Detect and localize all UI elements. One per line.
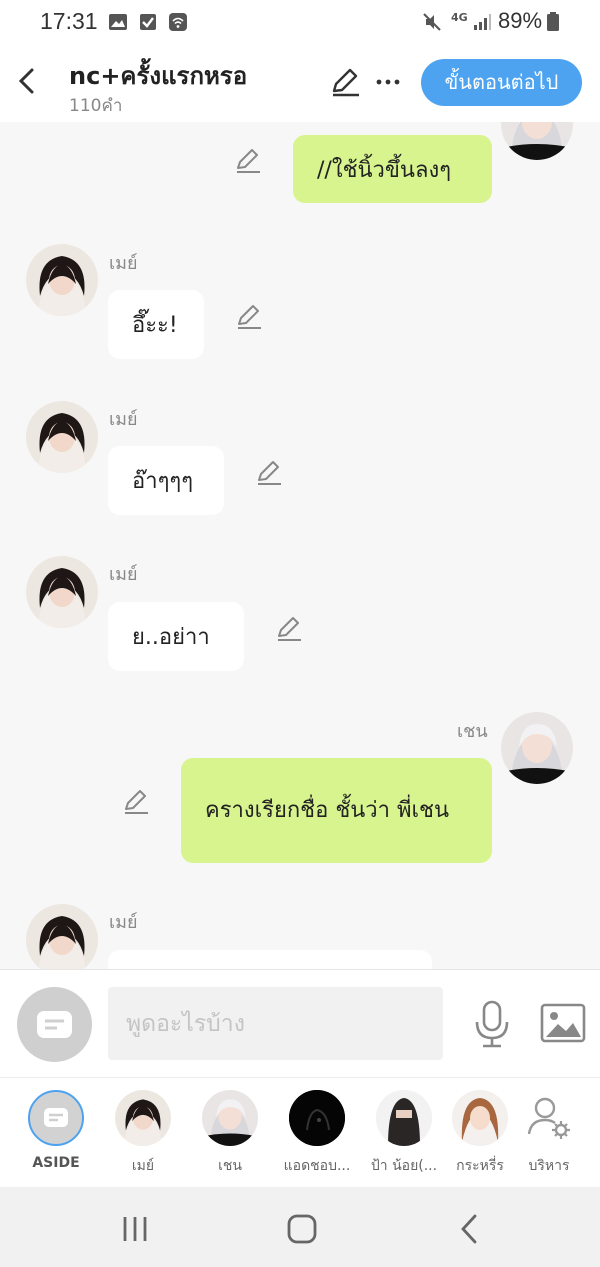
home-icon[interactable] [282, 1209, 322, 1249]
word-count: 110คำ [69, 96, 123, 116]
aside-toggle-button[interactable] [17, 987, 92, 1062]
avatar-mei[interactable] [26, 401, 98, 473]
message-bubble[interactable] [108, 950, 432, 969]
character-label: ป้า น้อย(... [370, 1158, 438, 1174]
avatar [376, 1090, 432, 1146]
avatar-chen[interactable] [501, 712, 573, 784]
edit-message-pencil-icon[interactable] [255, 458, 283, 486]
avatar [202, 1090, 258, 1146]
message-bubble[interactable]: อึ๊ะะ! [108, 290, 204, 359]
input-bar [0, 969, 600, 1077]
character-admin[interactable]: แอดชอบ... [274, 1090, 360, 1177]
message-bubble[interactable]: อ๊าๆๆๆ [108, 446, 224, 515]
recent-apps-icon[interactable] [115, 1209, 155, 1249]
sender-name: เชน [457, 721, 488, 742]
character-chen[interactable]: เชน [187, 1090, 273, 1177]
gallery-notification-icon [109, 14, 127, 30]
chat-bubble-icon [44, 1108, 68, 1127]
back-arrow-icon[interactable] [12, 62, 42, 100]
character-label: แอดชอบ... [283, 1158, 351, 1174]
microphone-icon[interactable] [472, 1000, 512, 1048]
avatar-mei[interactable] [26, 904, 98, 969]
edit-message-pencil-icon[interactable] [235, 302, 263, 330]
character-aside[interactable]: ASIDE [13, 1090, 99, 1171]
character-pa-noi[interactable]: ป้า น้อย(... [361, 1090, 447, 1177]
sender-name: เมย์ [109, 253, 138, 274]
edit-message-pencil-icon[interactable] [234, 146, 262, 174]
message-bubble[interactable]: //ใช้นิ้วขึ้นลงๆ [293, 135, 492, 203]
avatar-mei[interactable] [26, 244, 98, 316]
network-type: 4G [451, 11, 468, 24]
avatar-chen[interactable] [501, 122, 573, 160]
signal-icon [474, 14, 491, 30]
chat-header: nc+ครั้งแรกหรอ 110คำ ขั้นตอนต่อไป [0, 44, 600, 122]
avatar [115, 1090, 171, 1146]
edit-message-pencil-icon[interactable] [275, 614, 303, 642]
character-label: เชน [218, 1158, 242, 1174]
chat-bubble-icon [37, 1011, 72, 1038]
more-dots-icon[interactable] [374, 68, 402, 96]
image-icon[interactable] [540, 1003, 586, 1043]
next-step-button[interactable]: ขั้นตอนต่อไป [421, 59, 582, 106]
chat-area[interactable]: //ใช้นิ้วขึ้นลงๆ เมย์ อึ๊ะะ! เมย์ อ๊าๆๆๆ… [0, 122, 600, 969]
check-notification-icon [140, 14, 156, 30]
edit-message-pencil-icon[interactable] [122, 787, 150, 815]
sender-name: เมย์ [109, 409, 138, 430]
mute-icon [423, 13, 441, 31]
avatar [452, 1090, 508, 1146]
back-nav-icon[interactable] [450, 1209, 490, 1249]
message-bubble[interactable]: ครางเรียกชื่อ ชั้นว่า พี่เชน [181, 758, 492, 863]
character-label: ASIDE [32, 1155, 80, 1171]
battery-icon [547, 12, 559, 31]
character-label: เมย์ [131, 1158, 155, 1174]
message-input[interactable] [108, 987, 443, 1060]
status-bar: 17:31 4G 89% [0, 0, 600, 44]
message-bubble[interactable]: ย..อย่าา [108, 602, 244, 671]
wifi-call-icon [169, 13, 187, 31]
status-time: 17:31 [40, 8, 98, 34]
system-nav-bar [0, 1187, 600, 1267]
character-label: บริหาร [528, 1158, 570, 1174]
character-bar: ASIDE เมย์ เชน แอดชอบ... ป้า น้อย(... กร… [0, 1077, 600, 1187]
manage-user-gear-icon [521, 1090, 577, 1146]
story-title: nc+ครั้งแรกหรอ [69, 62, 248, 90]
sender-name: เมย์ [109, 564, 138, 585]
manage-characters-button[interactable]: บริหาร [506, 1090, 592, 1177]
edit-pencil-icon[interactable] [329, 66, 361, 98]
aside-avatar [28, 1090, 84, 1146]
battery-percent: 89% [498, 8, 543, 33]
avatar [289, 1090, 345, 1146]
avatar-mei[interactable] [26, 556, 98, 628]
character-mei[interactable]: เมย์ [100, 1090, 186, 1177]
sender-name: เมย์ [109, 912, 138, 933]
